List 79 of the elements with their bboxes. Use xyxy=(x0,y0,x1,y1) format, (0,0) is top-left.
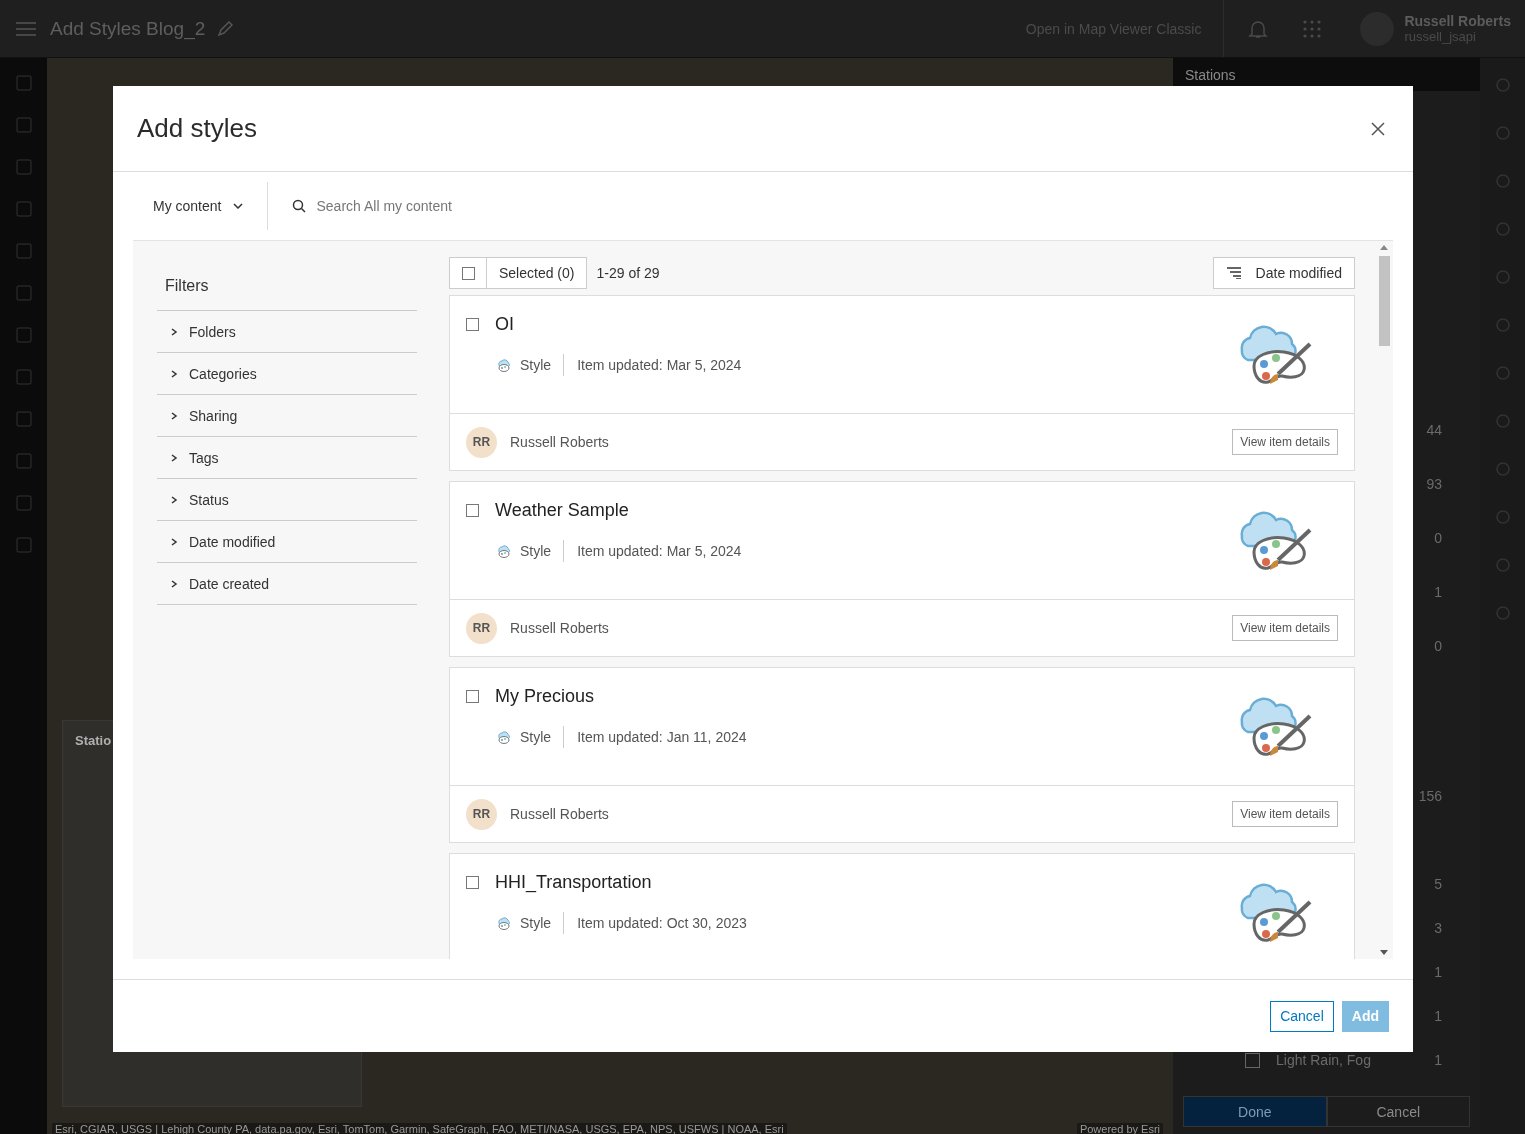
item-title[interactable]: My Precious xyxy=(495,686,595,707)
owner-name: Russell Roberts xyxy=(510,620,609,636)
chevron-right-icon xyxy=(169,326,179,337)
item-title[interactable]: Weather Sample xyxy=(495,500,629,521)
owner-avatar: RR xyxy=(466,426,497,458)
chevron-down-icon xyxy=(233,203,244,209)
menu-icon xyxy=(16,20,36,37)
item-updated: Item updated: Mar 5, 2024 xyxy=(576,543,742,559)
cloud-palette-icon xyxy=(496,357,512,373)
cloud-palette-icon xyxy=(496,915,512,931)
legend-title: Statio xyxy=(74,732,113,750)
checkbox[interactable] xyxy=(1245,1052,1260,1068)
results-count: 1-29 of 29 xyxy=(596,265,660,281)
filter-item[interactable]: Folders xyxy=(157,311,417,353)
select-all-checkbox[interactable] xyxy=(461,266,475,280)
view-details-button[interactable]: View item details xyxy=(1232,801,1338,827)
count-value: 0 xyxy=(1434,638,1442,654)
filters-title: Filters xyxy=(157,267,417,311)
filter-item[interactable]: Sharing xyxy=(157,395,417,437)
search-icon xyxy=(292,199,307,213)
owner-avatar: RR xyxy=(466,798,497,830)
filter-item[interactable]: Date created xyxy=(157,563,417,605)
item-checkbox[interactable] xyxy=(466,876,479,889)
map-title: Add Styles Blog_2 xyxy=(50,17,206,40)
count-value: 1 xyxy=(1434,1008,1442,1024)
user-name: Russell Roberts xyxy=(1404,13,1511,29)
item-checkbox[interactable] xyxy=(466,504,479,517)
item-title[interactable]: HHI_Transportation xyxy=(495,872,652,893)
view-details-button[interactable]: View item details xyxy=(1232,615,1338,641)
item-checkbox[interactable] xyxy=(466,318,479,331)
chevron-right-icon xyxy=(169,368,179,379)
count-value: 3 xyxy=(1434,920,1442,936)
filter-item[interactable]: Status xyxy=(157,479,417,521)
content-source-dropdown[interactable]: My content xyxy=(133,182,269,230)
bell-icon xyxy=(1248,18,1269,39)
count-value: 156 xyxy=(1418,788,1442,804)
item-checkbox[interactable] xyxy=(466,690,479,703)
owner-avatar: RR xyxy=(466,612,497,644)
item-updated: Item updated: Mar 5, 2024 xyxy=(576,357,742,373)
owner-name: Russell Roberts xyxy=(510,434,609,450)
item-type: Style xyxy=(520,912,565,934)
chevron-right-icon xyxy=(169,410,179,421)
sort-button[interactable]: Date modified xyxy=(1212,257,1355,289)
item-type: Style xyxy=(520,540,565,562)
item-type: Style xyxy=(520,726,565,748)
apps-grid-icon xyxy=(1302,18,1323,39)
done-button[interactable]: Done xyxy=(1183,1096,1327,1127)
chevron-right-icon xyxy=(169,452,179,463)
filter-item[interactable]: Date modified xyxy=(157,521,417,563)
cancel-button[interactable]: Cancel xyxy=(1270,1000,1334,1032)
cloud-palette-icon xyxy=(496,543,512,559)
selected-count[interactable]: Selected (0) xyxy=(487,257,588,289)
cancel-button[interactable]: Cancel xyxy=(1326,1096,1470,1127)
count-value: 5 xyxy=(1434,876,1442,892)
dialog-title: Add styles xyxy=(137,113,257,144)
chevron-right-icon xyxy=(169,494,179,505)
close-icon xyxy=(1371,121,1385,136)
item-type: Style xyxy=(520,354,565,376)
owner-name: Russell Roberts xyxy=(510,806,609,822)
count-value: 1 xyxy=(1434,1052,1442,1068)
scroll-down-icon xyxy=(1380,950,1388,955)
item-updated: Item updated: Jan 11, 2024 xyxy=(576,729,747,745)
chevron-right-icon xyxy=(169,578,179,589)
scroll-up-icon xyxy=(1380,245,1388,250)
count-value: 1 xyxy=(1434,964,1442,980)
cloud-palette-icon xyxy=(496,729,512,745)
item-title[interactable]: OI xyxy=(495,314,514,335)
scrollbar-thumb[interactable] xyxy=(1378,256,1390,346)
count-value: 44 xyxy=(1426,422,1442,438)
view-details-button[interactable]: View item details xyxy=(1232,429,1338,455)
chevron-right-icon xyxy=(169,536,179,547)
filter-item[interactable]: Categories xyxy=(157,353,417,395)
filter-item[interactable]: Tags xyxy=(157,437,417,479)
count-value: 93 xyxy=(1426,476,1442,492)
item-updated: Item updated: Oct 30, 2023 xyxy=(576,915,747,931)
count-value: 0 xyxy=(1434,530,1442,546)
category-label: Light Rain, Fog xyxy=(1276,1052,1371,1068)
sort-icon xyxy=(1225,267,1242,279)
count-value: 1 xyxy=(1434,584,1442,600)
